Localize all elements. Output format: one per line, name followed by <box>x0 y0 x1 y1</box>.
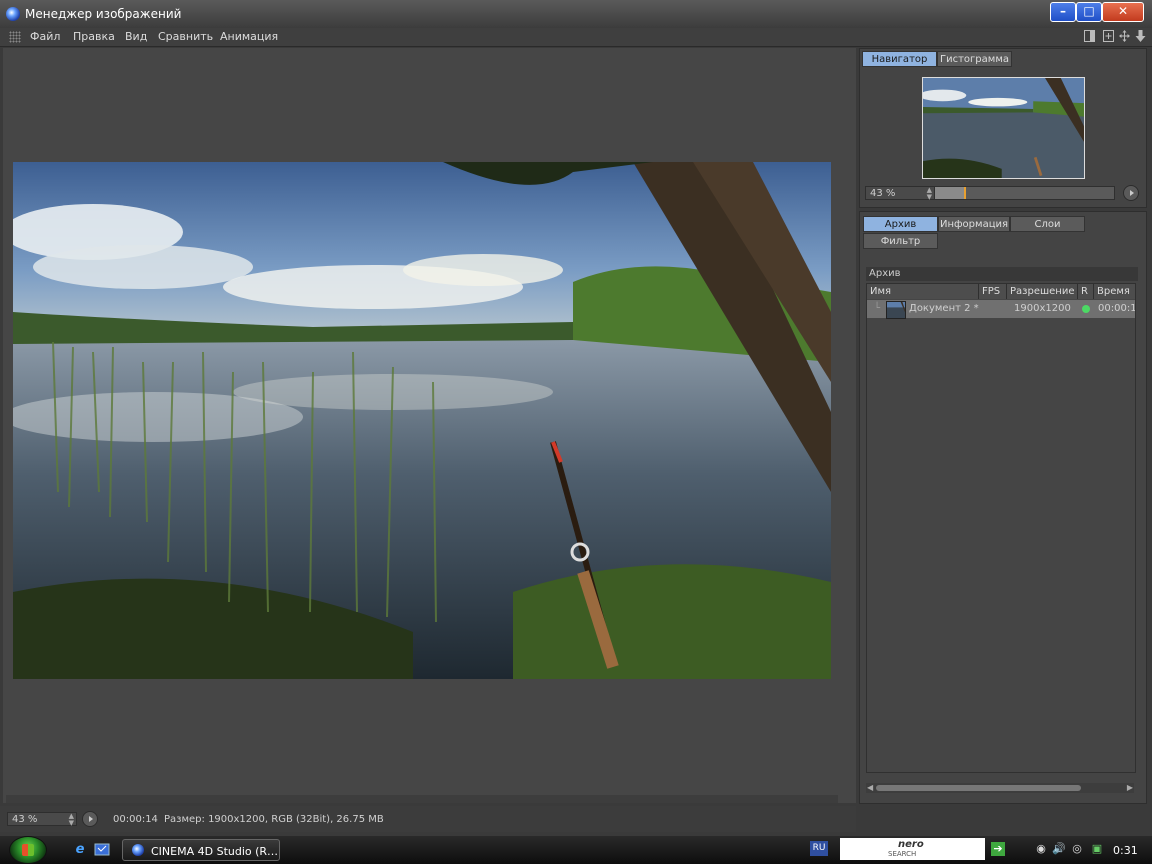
task-cinema4d[interactable]: CINEMA 4D Studio (R… <box>122 839 280 861</box>
title-bar: Менеджер изображений – □ ✕ <box>0 0 1152 29</box>
task-label: CINEMA 4D Studio (R… <box>151 845 279 858</box>
tab-filter[interactable]: Фильтр <box>863 233 938 249</box>
nvidia-icon[interactable]: ▣ <box>1090 842 1104 856</box>
panel-toggle-icon[interactable] <box>1084 30 1095 42</box>
go-arrow-icon[interactable]: ➔ <box>991 842 1005 856</box>
show-desktop-icon[interactable] <box>94 842 110 858</box>
column-header-name[interactable]: Имя <box>867 284 979 299</box>
minimize-button[interactable]: – <box>1050 2 1076 22</box>
displayed-image <box>13 162 831 679</box>
row-name: Документ 2 * <box>909 303 979 314</box>
internet-explorer-icon[interactable]: e <box>72 842 88 858</box>
column-header-time[interactable]: Время <box>1094 284 1135 299</box>
archive-panel: Архив Информация Слои Фильтр Архив Имя F… <box>859 211 1147 804</box>
maximize-button[interactable]: □ <box>1076 2 1102 22</box>
viewer-horizontal-scrollbar[interactable] <box>6 795 838 803</box>
archive-table: Имя FPS Разрешение R Время └ Документ 2 … <box>866 283 1136 773</box>
tab-histogram[interactable]: Гистограмма <box>937 51 1012 67</box>
tab-information[interactable]: Информация <box>938 216 1010 232</box>
table-row[interactable]: └ Документ 2 * 1900x1200 00:00:1 <box>867 300 1135 319</box>
navigator-zoom-stepper-icon[interactable]: ▲ ▼ <box>927 187 932 201</box>
app-icon <box>6 7 20 21</box>
expand-icon[interactable] <box>1103 30 1114 42</box>
row-thumbnail <box>886 301 906 319</box>
navigator-slider-knob[interactable] <box>963 187 966 199</box>
column-header-fps[interactable]: FPS <box>979 284 1007 299</box>
column-header-r[interactable]: R <box>1078 284 1094 299</box>
status-bar: 43 % ▲ ▼ 00:00:14 Размер: 1900x1200, RGB … <box>0 806 856 832</box>
status-info: Размер: 1900x1200, RGB (32Bit), 26.75 MB <box>164 814 384 825</box>
row-resolution: 1900x1200 <box>1014 303 1071 314</box>
zoom-value: 43 % <box>12 814 38 825</box>
language-indicator[interactable]: RU <box>810 841 828 856</box>
window-title: Менеджер изображений <box>25 7 182 21</box>
tab-archive[interactable]: Архив <box>863 216 938 232</box>
zoom-field[interactable]: 43 % ▲ ▼ <box>7 812 77 827</box>
move-icon[interactable] <box>1119 30 1130 42</box>
archive-section-title: Архив <box>866 267 1138 281</box>
tab-layers[interactable]: Слои <box>1010 216 1085 232</box>
down-arrow-icon[interactable] <box>1135 30 1146 42</box>
taskbar: e CINEMA 4D Studio (R… RU nero SEARCH ➔ … <box>0 836 1152 864</box>
start-button[interactable] <box>9 836 47 864</box>
play-button[interactable] <box>82 811 98 827</box>
row-time: 00:00:1 <box>1098 303 1135 314</box>
nero-search-box[interactable]: nero SEARCH <box>840 838 985 860</box>
menu-view[interactable]: Вид <box>125 30 147 43</box>
navigator-thumbnail[interactable] <box>922 77 1085 179</box>
navigator-play-button[interactable] <box>1123 185 1139 201</box>
status-time: 00:00:14 <box>113 814 158 825</box>
scrollbar-thumb[interactable] <box>876 785 1081 791</box>
menu-animation[interactable]: Анимация <box>220 30 278 43</box>
menu-bar: Файл Правка Вид Сравнить Анимация <box>0 28 1152 47</box>
render-status-dot <box>1082 305 1090 313</box>
tree-line-icon: └ <box>874 303 881 314</box>
zoom-stepper-icon[interactable]: ▲ ▼ <box>69 813 74 827</box>
nero-brand: nero <box>898 839 924 850</box>
clock: 0:31 <box>1113 844 1138 857</box>
navigator-zoom-slider[interactable] <box>934 186 1115 200</box>
menu-file[interactable]: Файл <box>30 30 60 43</box>
navigator-zoom-field[interactable]: 43 % ▲ ▼ <box>865 186 935 201</box>
menu-compare[interactable]: Сравнить <box>158 30 213 43</box>
column-header-resolution[interactable]: Разрешение <box>1007 284 1078 299</box>
archive-horizontal-scrollbar[interactable]: ◀ ▶ <box>866 783 1134 793</box>
nero-search-label: SEARCH <box>888 850 917 858</box>
network-icon[interactable]: ◉ <box>1034 842 1048 856</box>
menu-grip-icon[interactable] <box>9 31 21 43</box>
volume-icon[interactable]: 🔊 <box>1052 842 1066 856</box>
menu-edit[interactable]: Правка <box>73 30 115 43</box>
close-button[interactable]: ✕ <box>1102 2 1144 22</box>
navigator-slider-fill <box>935 187 964 199</box>
navigator-zoom-value: 43 % <box>870 188 896 199</box>
navigator-panel: Навигатор Гистограмма 43 % ▲ ▼ <box>859 48 1147 208</box>
scroll-left-icon[interactable]: ◀ <box>867 783 873 792</box>
cinema4d-icon <box>132 844 144 856</box>
scroll-right-icon[interactable]: ▶ <box>1127 783 1133 792</box>
tab-navigator[interactable]: Навигатор <box>862 51 937 67</box>
wireless-icon[interactable]: ◎ <box>1070 842 1084 856</box>
row-fps <box>980 300 1006 318</box>
